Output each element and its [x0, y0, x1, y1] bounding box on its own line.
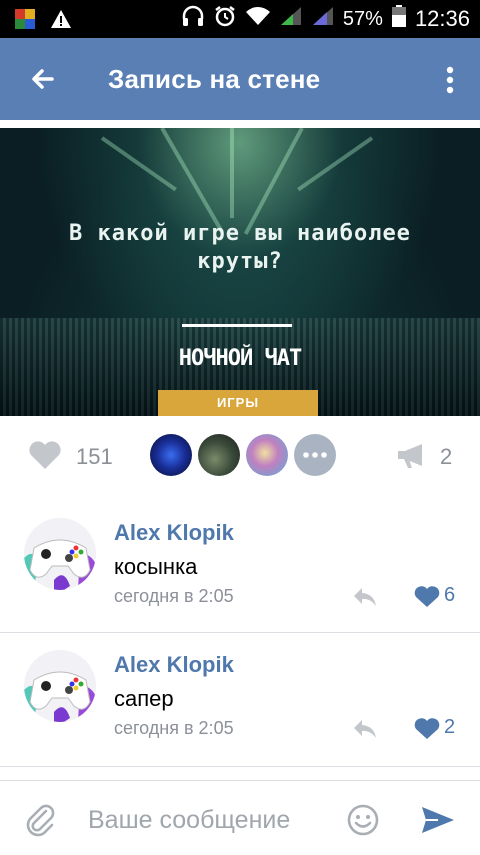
- page-title: Запись на стене: [108, 64, 321, 94]
- likes-count: 151: [76, 444, 113, 469]
- image-headline-line1: В какой игре вы наиболее: [69, 221, 411, 246]
- image-tag: ИГРЫ: [158, 390, 318, 416]
- app-bar: Запись на стене: [0, 38, 480, 120]
- arrow-left-icon[interactable]: [26, 62, 60, 96]
- comment-author[interactable]: Alex Klopik: [114, 520, 234, 546]
- heart-icon[interactable]: [28, 440, 62, 470]
- status-bar: 57% 12:36: [0, 0, 480, 38]
- comment-likes-count: 6: [444, 584, 456, 606]
- divider: [0, 632, 480, 633]
- send-icon[interactable]: [420, 805, 456, 835]
- wifi-icon: [245, 5, 271, 33]
- light-beam: [100, 136, 177, 192]
- light-beam: [243, 128, 304, 235]
- gallery-icon: [14, 8, 36, 30]
- alarm-icon: [213, 4, 237, 34]
- battery-percent: 57%: [342, 7, 383, 30]
- light-beam: [297, 136, 374, 192]
- comment-item: Alex Klopik косынка сегодня в 2:05 6: [0, 506, 480, 636]
- post-image[interactable]: В какой игре вы наиболее круты? НОЧНОЙ Ч…: [0, 128, 480, 416]
- more-horizontal-icon[interactable]: [294, 434, 336, 476]
- message-composer: [0, 780, 480, 855]
- megaphone-icon[interactable]: [396, 442, 428, 470]
- avatar[interactable]: [246, 434, 288, 476]
- comment-text: сапер: [114, 686, 174, 711]
- headphones-icon: [181, 5, 205, 33]
- comment-author[interactable]: Alex Klopik: [114, 652, 234, 678]
- image-headline: В какой игре вы наиболее круты?: [0, 220, 480, 276]
- clock: 12:36: [414, 6, 470, 31]
- warning-icon: [50, 8, 72, 30]
- signal-icon: [279, 5, 303, 33]
- comment-time: сегодня в 2:05: [114, 586, 234, 606]
- image-subtitle: НОЧНОЙ ЧАТ: [178, 346, 302, 371]
- comment-item: Alex Klopik сапер сегодня в 2:05 2: [0, 638, 480, 768]
- comment-likes-count: 2: [444, 716, 456, 738]
- image-headline-line2: круты?: [197, 249, 283, 274]
- comment-text: косынка: [114, 554, 198, 579]
- divider: [0, 766, 480, 767]
- heart-icon[interactable]: [414, 718, 440, 740]
- more-vertical-icon[interactable]: [446, 66, 454, 94]
- battery-icon: [391, 4, 407, 34]
- avatar[interactable]: [150, 434, 192, 476]
- avatar[interactable]: [24, 518, 96, 590]
- post-stats: 151 2: [0, 432, 480, 480]
- light-beam: [160, 128, 224, 233]
- smiley-icon[interactable]: [346, 803, 380, 837]
- avatar[interactable]: [24, 650, 96, 722]
- avatar[interactable]: [198, 434, 240, 476]
- light-beam: [230, 128, 234, 218]
- reply-icon[interactable]: [352, 586, 378, 608]
- comment-time: сегодня в 2:05: [114, 718, 234, 738]
- paperclip-icon[interactable]: [24, 803, 58, 837]
- signal-icon: [311, 5, 335, 33]
- liked-by-avatars: [150, 434, 336, 476]
- message-input[interactable]: [86, 801, 330, 839]
- shares-count: 2: [440, 444, 453, 469]
- reply-icon[interactable]: [352, 718, 378, 740]
- image-divider: [182, 324, 292, 327]
- heart-icon[interactable]: [414, 586, 440, 608]
